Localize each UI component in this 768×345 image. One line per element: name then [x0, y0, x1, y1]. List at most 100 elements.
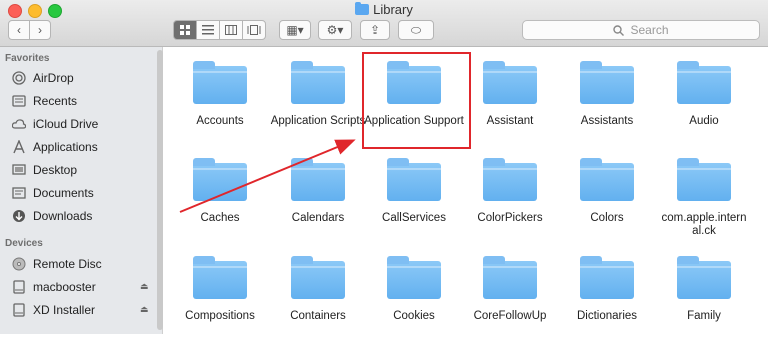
folder-item[interactable]: Family: [658, 245, 750, 345]
sidebar-item-downloads[interactable]: Downloads: [12, 206, 92, 226]
window-title-text: Library: [373, 2, 413, 17]
folder-label: Calendars: [291, 212, 345, 224]
search-placeholder: Search: [630, 23, 669, 37]
folder-label: Dictionaries: [576, 310, 638, 322]
sidebar-item-label: Documents: [33, 186, 94, 200]
folder-item[interactable]: Containers: [272, 245, 364, 345]
toolbar: Library ‹ › ▦▾ ⚙▾ ⇪ ⬭ Search: [0, 0, 768, 47]
drive-icon: [12, 303, 26, 317]
grid-icon: [180, 25, 190, 35]
folder-icon: [387, 158, 441, 201]
applications-icon: [12, 140, 26, 154]
sidebar-item-label: Desktop: [33, 163, 78, 177]
sidebar-item-label: Applications: [33, 140, 98, 154]
folder-label: CoreFollowUp: [473, 310, 547, 322]
folder-label: Accounts: [196, 115, 244, 127]
folder-label: com.apple.internal.ck: [661, 212, 747, 237]
folder-item[interactable]: CoreFollowUp: [464, 245, 556, 345]
back-button[interactable]: ‹: [8, 20, 30, 40]
folder-label: CallServices: [382, 212, 446, 224]
folder-icon: [193, 61, 247, 104]
window-title: Library: [0, 2, 768, 17]
icon-view-button[interactable]: [173, 20, 197, 40]
sidebar-item-label: XD Installer: [33, 303, 96, 317]
folder-item[interactable]: Colors: [561, 147, 653, 247]
folder-icon: [677, 158, 731, 201]
folder-icon: [483, 158, 537, 201]
folder-item[interactable]: Application Scripts: [271, 50, 365, 150]
arrange-button[interactable]: ▦▾: [279, 20, 311, 40]
eject-icon[interactable]: ⏏: [140, 304, 149, 315]
folder-item[interactable]: Cookies: [368, 245, 460, 345]
sidebar-item-label: AirDrop: [33, 71, 74, 85]
folder-icon: [193, 158, 247, 201]
airdrop-icon: [12, 71, 26, 85]
sidebar-item-icloud[interactable]: iCloud Drive: [12, 114, 98, 134]
folder-icon: [677, 256, 731, 299]
finder-window: Library ‹ › ▦▾ ⚙▾ ⇪ ⬭ Search Favorites A…: [0, 0, 768, 334]
forward-button[interactable]: ›: [29, 20, 51, 40]
list-view-button[interactable]: [196, 20, 220, 40]
folder-label: Assistants: [580, 115, 634, 127]
folder-icon: [580, 61, 634, 104]
view-mode-group: [173, 20, 266, 40]
share-button[interactable]: ⇪: [360, 20, 390, 40]
folder-icon: [483, 61, 537, 104]
folder-item[interactable]: Accounts: [174, 50, 266, 150]
documents-icon: [12, 186, 26, 200]
folder-item[interactable]: Assistants: [561, 50, 653, 150]
eject-icon[interactable]: ⏏: [140, 281, 149, 292]
folder-item[interactable]: CallServices: [368, 147, 460, 247]
folder-label: Caches: [200, 212, 240, 224]
folder-label: ColorPickers: [477, 212, 543, 224]
gallery-view-button[interactable]: [242, 20, 266, 40]
sidebar-item-macbooster[interactable]: macbooster: [12, 277, 96, 297]
folder-label: Audio: [689, 115, 719, 127]
highlight-box: [362, 52, 471, 149]
sidebar: Favorites AirDrop Recents iCloud Drive A…: [0, 47, 163, 334]
sidebar-item-label: macbooster: [33, 280, 96, 294]
sidebar-item-remote-disc[interactable]: Remote Disc: [12, 254, 102, 274]
search-field[interactable]: Search: [522, 20, 760, 40]
search-icon: [613, 24, 625, 36]
cloud-icon: [12, 117, 26, 131]
folder-item[interactable]: com.apple.internal.ck: [658, 147, 750, 247]
folder-item[interactable]: Assistant: [464, 50, 556, 150]
sidebar-item-xd-installer[interactable]: XD Installer: [12, 300, 95, 320]
sidebar-item-label: iCloud Drive: [33, 117, 99, 131]
folder-icon: [580, 256, 634, 299]
folder-label: Family: [687, 310, 721, 322]
folder-icon: [355, 2, 370, 15]
folder-item[interactable]: Dictionaries: [561, 245, 653, 345]
disc-icon: [12, 257, 26, 271]
sidebar-item-recents[interactable]: Recents: [12, 91, 77, 111]
folder-label: Colors: [590, 212, 624, 224]
action-button[interactable]: ⚙▾: [318, 20, 352, 40]
recents-icon: [12, 94, 26, 108]
sidebar-item-desktop[interactable]: Desktop: [12, 160, 77, 180]
folder-item[interactable]: ColorPickers: [464, 147, 556, 247]
column-view-button[interactable]: [219, 20, 243, 40]
folder-item[interactable]: Compositions: [174, 245, 266, 345]
folder-icon: [291, 256, 345, 299]
sidebar-item-applications[interactable]: Applications: [12, 137, 98, 157]
favorites-heading: Favorites: [5, 53, 50, 64]
drive-icon: [12, 280, 26, 294]
columns-icon: [225, 25, 237, 35]
sidebar-item-airdrop[interactable]: AirDrop: [12, 68, 74, 88]
gallery-icon: [247, 25, 261, 35]
folder-label: Cookies: [393, 310, 435, 322]
tag-button[interactable]: ⬭: [398, 20, 434, 40]
folder-item[interactable]: Caches: [174, 147, 266, 247]
folder-icon: [387, 256, 441, 299]
folder-item[interactable]: Audio: [658, 50, 750, 150]
desktop-icon: [12, 163, 26, 177]
folder-icon: [193, 256, 247, 299]
folder-label: Assistant: [486, 115, 534, 127]
list-icon: [202, 25, 214, 35]
sidebar-item-label: Downloads: [33, 209, 93, 223]
folder-label: Compositions: [185, 310, 255, 322]
folder-item[interactable]: Calendars: [272, 147, 364, 247]
sidebar-item-label: Recents: [33, 94, 78, 108]
sidebar-item-documents[interactable]: Documents: [12, 183, 94, 203]
